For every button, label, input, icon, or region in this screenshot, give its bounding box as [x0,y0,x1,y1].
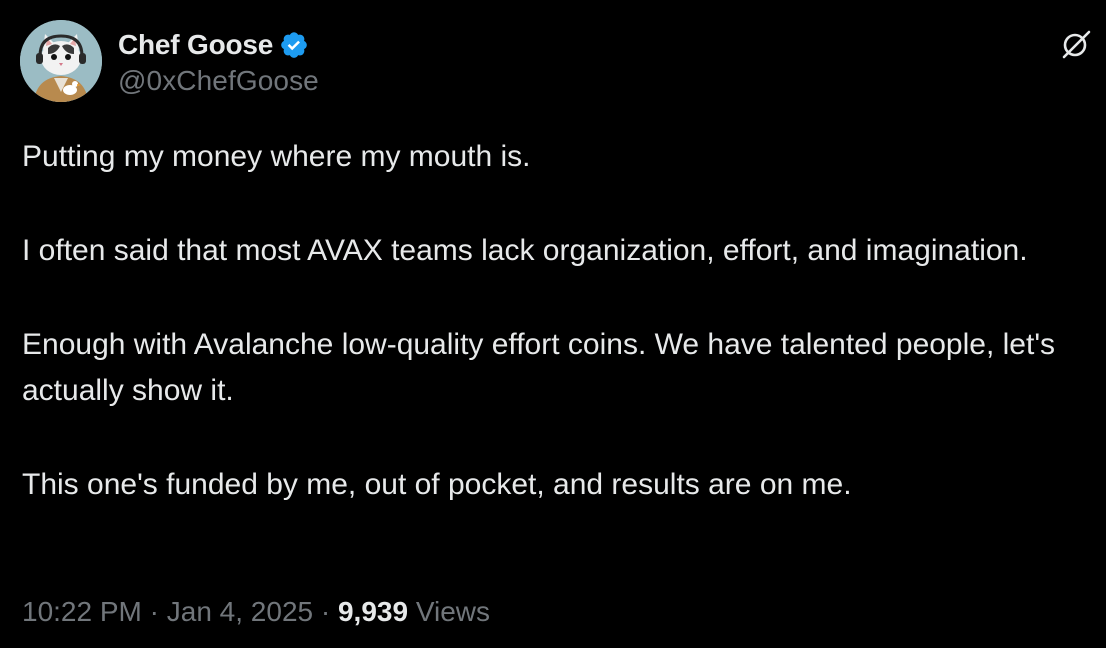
tweet-paragraph: This one's funded by me, out of pocket, … [22,468,852,501]
meta-separator: · [149,596,159,627]
tweet-paragraph: I often said that most AVAX teams lack o… [22,234,1028,267]
user-handle[interactable]: @0xChefGoose [118,65,319,97]
views-count: 9,939 [337,596,409,627]
tweet-paragraph: Putting my money where my mouth is. [22,140,531,173]
tweet-text: Putting my money where my mouth is. I of… [22,134,1082,556]
display-name[interactable]: Chef Goose [118,29,273,61]
tweet-card: Chef Goose @0xChefGoose Putting my money… [0,0,1106,648]
name-row: Chef Goose [118,25,319,65]
grok-icon[interactable] [1060,28,1092,60]
verified-badge-icon[interactable] [279,30,309,60]
author-identity: Chef Goose @0xChefGoose [118,25,319,97]
avatar[interactable] [20,20,102,102]
tweet-paragraph: Enough with Avalanche low-quality effort… [22,328,1056,407]
tweet-header: Chef Goose @0xChefGoose [20,20,319,102]
meta-separator: · [320,596,331,627]
views-label: Views [415,596,491,627]
post-time[interactable]: 10:22 PM [22,596,142,627]
tweet-meta: 10:22 PM · Jan 4, 2025 · 9,939 Views [22,596,490,628]
post-date[interactable]: Jan 4, 2025 [167,596,313,627]
cat-chef-avatar-icon [20,20,102,102]
